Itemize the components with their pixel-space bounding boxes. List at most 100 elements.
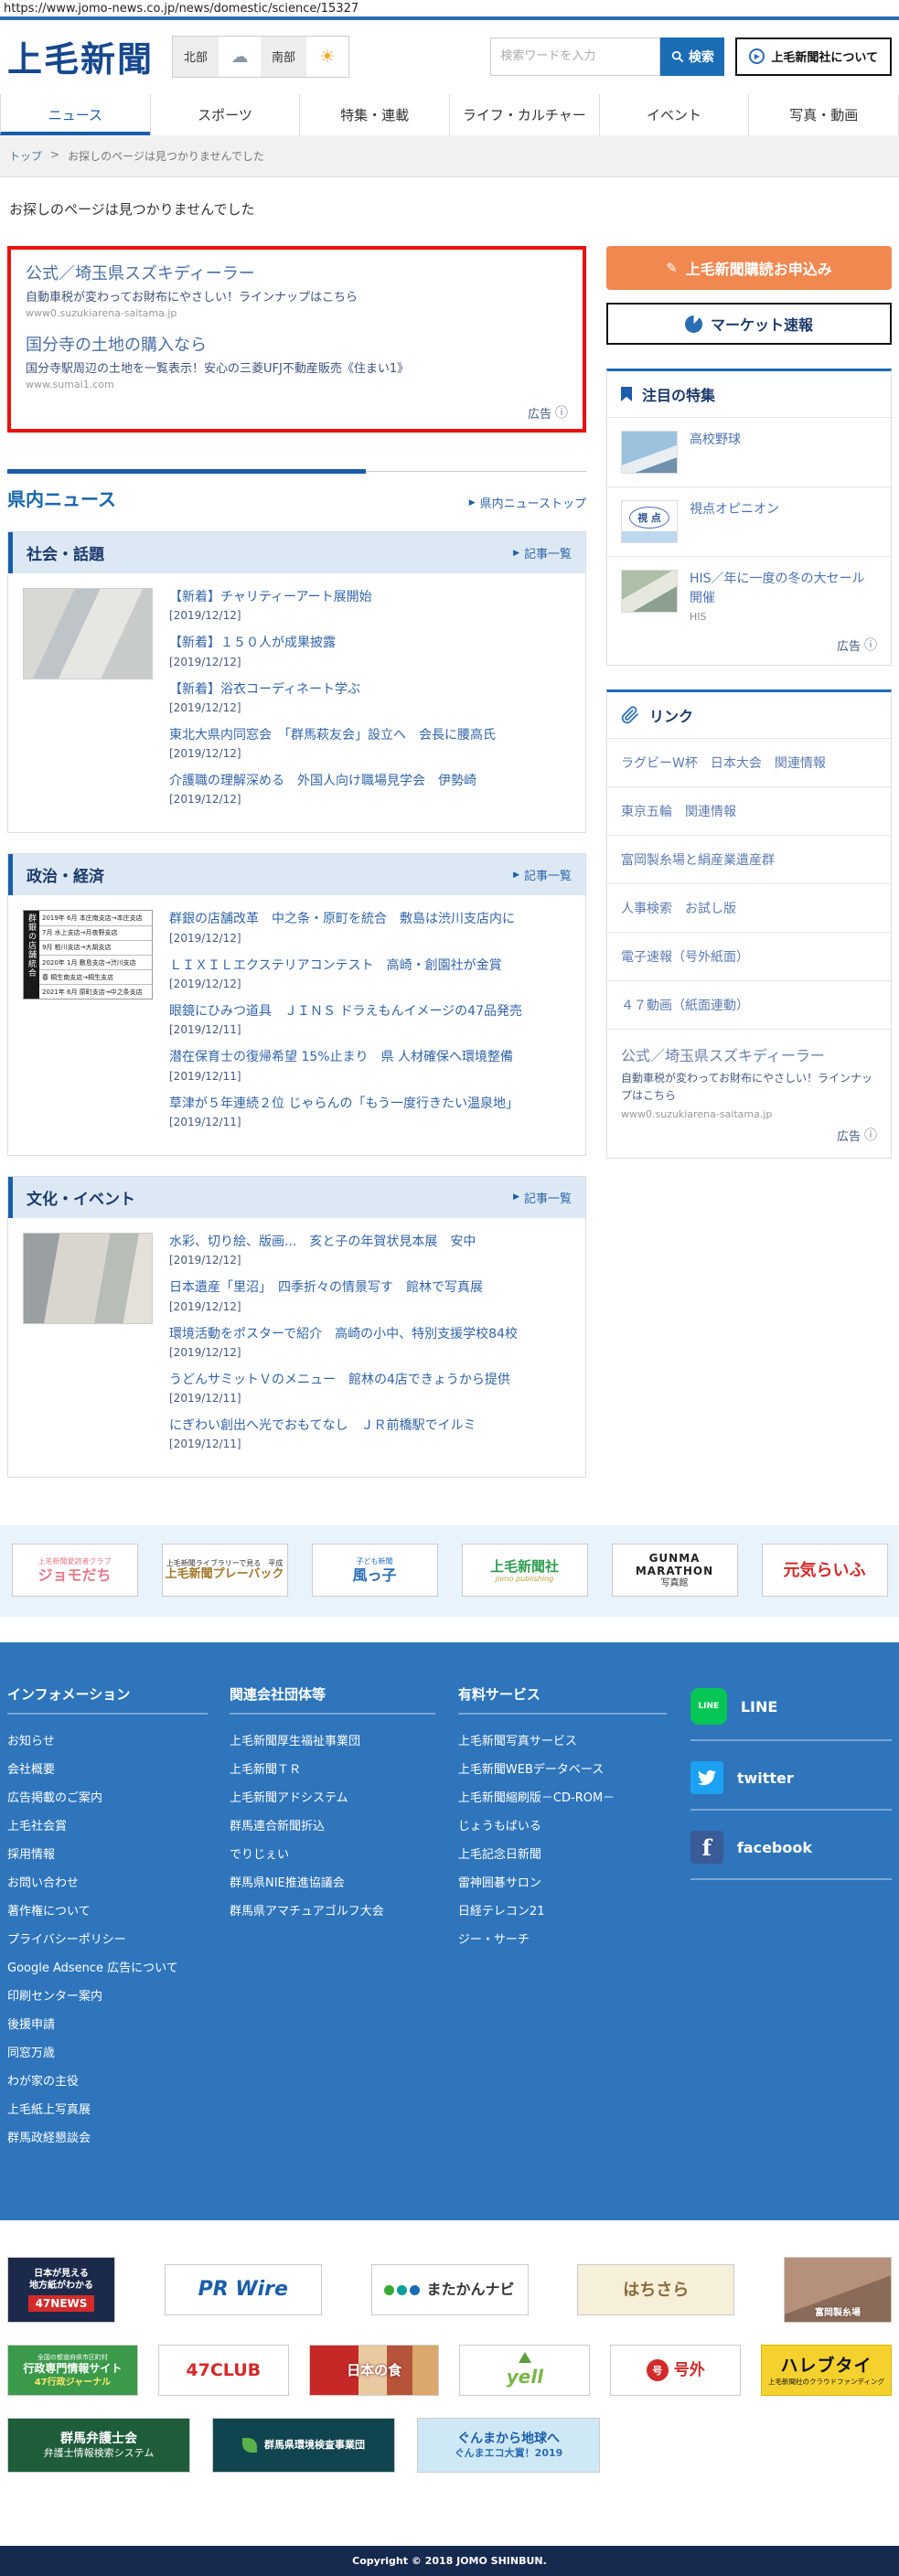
footer-link[interactable]: お知らせ xyxy=(7,1731,230,1748)
footer-link[interactable]: ジー・サーチ xyxy=(458,1929,690,1947)
twitter-link[interactable]: twitter xyxy=(690,1758,892,1809)
kennai-news-top-link[interactable]: ▶ 県内ニューストップ xyxy=(469,494,586,511)
footer-link[interactable]: 広告掲載のご案内 xyxy=(7,1788,230,1805)
footer-link[interactable]: わが家の主役 xyxy=(7,2071,230,2089)
nav-tab-life-culture[interactable]: ライフ・カルチャー xyxy=(449,94,599,135)
banner-gogai[interactable]: 号 号外 xyxy=(610,2345,741,2396)
nav-tab-photo-video[interactable]: 写真・動画 xyxy=(748,94,899,135)
article-link[interactable]: 眼鏡にひみつ道具 ＪＩＮＳ ドラえもんイメージの47品発売 xyxy=(169,1002,571,1021)
site-logo[interactable]: 上毛新聞 xyxy=(7,31,154,81)
footer-link[interactable]: 日経テレコン21 xyxy=(458,1901,690,1919)
featured-item-shiten-opinion[interactable]: 視 点 視点オピニオン xyxy=(607,486,891,556)
banner-jomo-publishing[interactable]: 上毛新聞社 jomo publishing xyxy=(462,1544,588,1597)
facebook-link[interactable]: f facebook xyxy=(690,1827,892,1878)
footer-link[interactable]: 印刷センター案内 xyxy=(7,1986,230,2004)
market-report-button[interactable]: マーケット速報 xyxy=(606,303,892,345)
footer-link[interactable]: 上毛新聞ＴＲ xyxy=(230,1759,458,1777)
article-link[interactable]: 【新着】浴衣コーディネート学ぶ xyxy=(169,680,571,699)
info-icon[interactable]: ⓘ xyxy=(864,1126,877,1144)
nav-tab-features[interactable]: 特集・連載 xyxy=(299,94,449,135)
footer-link[interactable]: 上毛紙上写真展 xyxy=(7,2100,230,2117)
article-link[interactable]: 群銀の店舗改革 中之条・原町を統合 敷島は渋川支店内に xyxy=(169,910,571,928)
article-list-link[interactable]: ▶ 記事一覧 xyxy=(513,866,572,883)
info-icon[interactable]: ⓘ xyxy=(864,636,877,654)
article-link[interactable]: うどんサミットＶのメニュー 館林の4店できょうから提供 xyxy=(169,1371,571,1389)
footer-link[interactable]: 同窓万歳 xyxy=(7,2043,230,2060)
featured-item-his-ad[interactable]: HIS／年に一度の冬の大セール開催 HIS xyxy=(607,556,891,636)
article-link[interactable]: ＬＩＸＩＬエクステリアコンテスト 高崎・創園社が金賞 xyxy=(169,957,571,975)
footer-link[interactable]: 上毛新聞写真サービス xyxy=(458,1731,690,1748)
footer-link[interactable]: 群馬政経懇談会 xyxy=(7,2128,230,2145)
banner-gunma-marathon[interactable]: GUNMA MARATHON 写真館 xyxy=(612,1544,738,1597)
article-link[interactable]: 【新着】１５０人が成果披露 xyxy=(169,634,571,652)
link-47-douga[interactable]: ４７動画（紙面連動） xyxy=(607,980,891,1029)
search-input[interactable] xyxy=(490,37,660,76)
article-photo[interactable] xyxy=(23,1233,153,1324)
article-link[interactable]: 東北大県内同窓会 「群馬萩友会」設立へ 会長に腰高氏 xyxy=(169,726,571,744)
link-tokyo-olympics[interactable]: 東京五輪 関連情報 xyxy=(607,786,891,835)
banner-playback[interactable]: 上毛新聞ライブラリーで見る 平成 上毛新聞プレーバック xyxy=(162,1544,288,1597)
footer-link[interactable]: Google Adsence 広告について xyxy=(7,1958,230,1975)
footer-link[interactable]: 上毛新聞アドシステム xyxy=(230,1788,458,1805)
footer-link[interactable]: 上毛社会賞 xyxy=(7,1816,230,1833)
footer-link[interactable]: 群馬連合新聞折込 xyxy=(230,1816,458,1833)
footer-link[interactable]: 上毛新聞WEBデータベース xyxy=(458,1759,690,1777)
banner-gyosei-journal[interactable]: 全国の都道府県市区町村 行政専門情報サイト 47行政ジャーナル xyxy=(7,2345,138,2396)
nav-tab-sports[interactable]: スポーツ xyxy=(150,94,300,135)
featured-item-koukouyakyu[interactable]: 高校野球 xyxy=(607,417,891,486)
breadcrumb-home-link[interactable]: トップ xyxy=(9,148,42,164)
article-link[interactable]: 草津が５年連続２位 じゃらんの「もう一度行きたい温泉地」 xyxy=(169,1095,571,1113)
banner-yell[interactable]: yell xyxy=(459,2345,590,2396)
footer-link[interactable]: でりじぇい xyxy=(230,1844,458,1862)
banner-nihon-no-shoku[interactable]: 日本の食 xyxy=(309,2345,440,2396)
subscribe-button[interactable]: ✎ 上毛新聞購読お申込み xyxy=(606,246,892,290)
sidebar-ad[interactable]: 公式／埼玉県スズキディーラー 自動車税が変わってお財布にやさしい！ラインナップは… xyxy=(607,1029,891,1158)
search-button[interactable]: 検索 xyxy=(660,37,724,76)
article-link[interactable]: にぎわい創出へ光でおもてなし ＪＲ前橋駅でイルミ xyxy=(169,1416,571,1435)
banner-47club[interactable]: 47CLUB xyxy=(158,2345,289,2396)
banner-jomodachi[interactable]: 上毛新聞愛読者クラブ ジョモだち xyxy=(12,1544,138,1597)
banner-gunma-eco-award[interactable]: ぐんまから地球へ ぐんまエコ大賞！2019 xyxy=(417,2418,600,2473)
link-jinji-search[interactable]: 人事検索 お試し版 xyxy=(607,883,891,932)
footer-link[interactable]: 上毛新聞厚生福祉事業団 xyxy=(230,1731,458,1748)
article-link[interactable]: 日本遺産「里沼」 四季折々の情景写す 館林で写真展 xyxy=(169,1278,571,1297)
link-denshi-sokuho[interactable]: 電子速報（号外紙面） xyxy=(607,932,891,980)
footer-link[interactable]: プライバシーポリシー xyxy=(7,1929,230,1947)
footer-link[interactable]: 群馬県アマチュアゴルフ大会 xyxy=(230,1901,458,1919)
footer-link[interactable]: お問い合わせ xyxy=(7,1873,230,1890)
article-list-link[interactable]: ▶ 記事一覧 xyxy=(513,544,572,561)
footer-link[interactable]: じょうもばいる xyxy=(458,1816,690,1833)
article-list-link[interactable]: ▶ 記事一覧 xyxy=(513,1189,572,1206)
nav-tab-news[interactable]: ニュース xyxy=(0,94,150,135)
banner-hachisara[interactable]: はちさら xyxy=(577,2264,734,2315)
article-link[interactable]: 環境活動をポスターで紹介 高崎の小中、特別支援学校84校 xyxy=(169,1325,571,1343)
banner-gunma-bar-association[interactable]: 群馬弁護士会 弁護士情報検索システム xyxy=(7,2418,190,2473)
ad-title[interactable]: 国分寺の土地の購入なら xyxy=(26,332,568,356)
ad-title[interactable]: 公式／埼玉県スズキディーラー xyxy=(621,1043,877,1065)
footer-link[interactable]: 後援申請 xyxy=(7,2015,230,2032)
banner-47news[interactable]: 日本が見える 地方紙がわかる 47NEWS xyxy=(7,2257,115,2323)
link-tomioka-silk-mill[interactable]: 富岡製糸場と絹産業遺産群 xyxy=(607,835,891,883)
ad-link[interactable]: 公式／埼玉県スズキディーラー 自動車税が変わってお財布にやさしい！ラインナップは… xyxy=(26,261,568,319)
about-button[interactable]: ▶ 上毛新聞社について xyxy=(735,37,892,76)
banner-gunma-environment-foundation[interactable]: 群馬県環境検査事業団 xyxy=(212,2418,395,2473)
article-link[interactable]: 潜在保育士の復帰希望 15%止まり 県 人材確保へ環境整備 xyxy=(169,1048,571,1066)
footer-link[interactable]: 群馬県NIE推進協議会 xyxy=(230,1873,458,1890)
footer-link[interactable]: 採用情報 xyxy=(7,1844,230,1862)
line-link[interactable]: LINE LINE xyxy=(690,1684,892,1739)
nav-tab-events[interactable]: イベント xyxy=(599,94,749,135)
ad-link[interactable]: 国分寺の土地の購入なら 国分寺駅周辺の土地を一覧表示！安心の三菱UFJ不動産販売… xyxy=(26,332,568,390)
article-photo[interactable] xyxy=(23,588,153,679)
link-rugby-world-cup[interactable]: ラグビーW杯 日本大会 関連情報 xyxy=(607,738,891,786)
banner-matakan-navi[interactable]: またかんナビ xyxy=(371,2264,529,2315)
article-table-graphic[interactable]: 群銀の店舗統合 2019年 6月 本庄南支店→本庄支店 7月 水上支店→月夜野支… xyxy=(23,910,153,999)
banner-tomioka-silk-mill[interactable]: 富岡製糸場 xyxy=(784,2257,892,2323)
footer-link[interactable]: 会社概要 xyxy=(7,1759,230,1777)
footer-link[interactable]: 上毛記念日新聞 xyxy=(458,1844,690,1862)
article-link[interactable]: 水彩、切り絵、版画... 亥と子の年賀状見本展 安中 xyxy=(169,1233,571,1251)
article-link[interactable]: 【新着】チャリティーアート展開始 xyxy=(169,588,571,606)
banner-prwire[interactable]: PR Wire xyxy=(165,2264,322,2315)
footer-link[interactable]: 上毛新聞縮刷版－CD-ROM－ xyxy=(458,1788,690,1805)
banner-harebutai[interactable]: ハレブタイ 上毛新聞社のクラウドファンディング xyxy=(761,2345,892,2396)
footer-link[interactable]: 著作権について xyxy=(7,1901,230,1919)
